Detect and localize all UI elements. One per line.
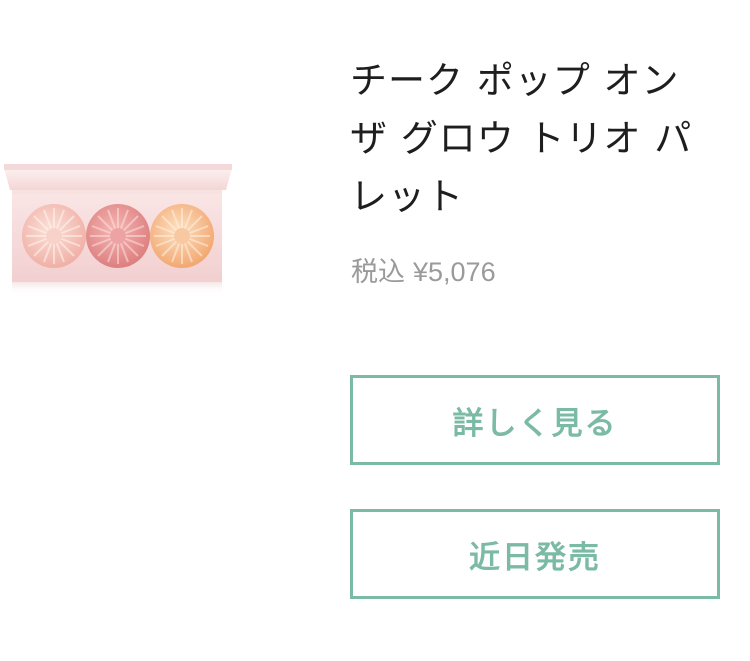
blush-palette-image xyxy=(4,164,232,295)
coming-soon-button[interactable]: 近日発売 xyxy=(350,509,720,599)
product-price: 税込 ¥5,076 xyxy=(351,255,496,289)
view-details-button[interactable]: 詳しく見る xyxy=(350,375,720,465)
product-title[interactable]: チーク ポップ オン ザ グロウ トリオ パレット xyxy=(350,52,730,226)
price-value: ¥5,076 xyxy=(413,257,496,287)
price-tax-label: 税込 xyxy=(351,257,405,287)
product-image[interactable] xyxy=(0,160,240,295)
